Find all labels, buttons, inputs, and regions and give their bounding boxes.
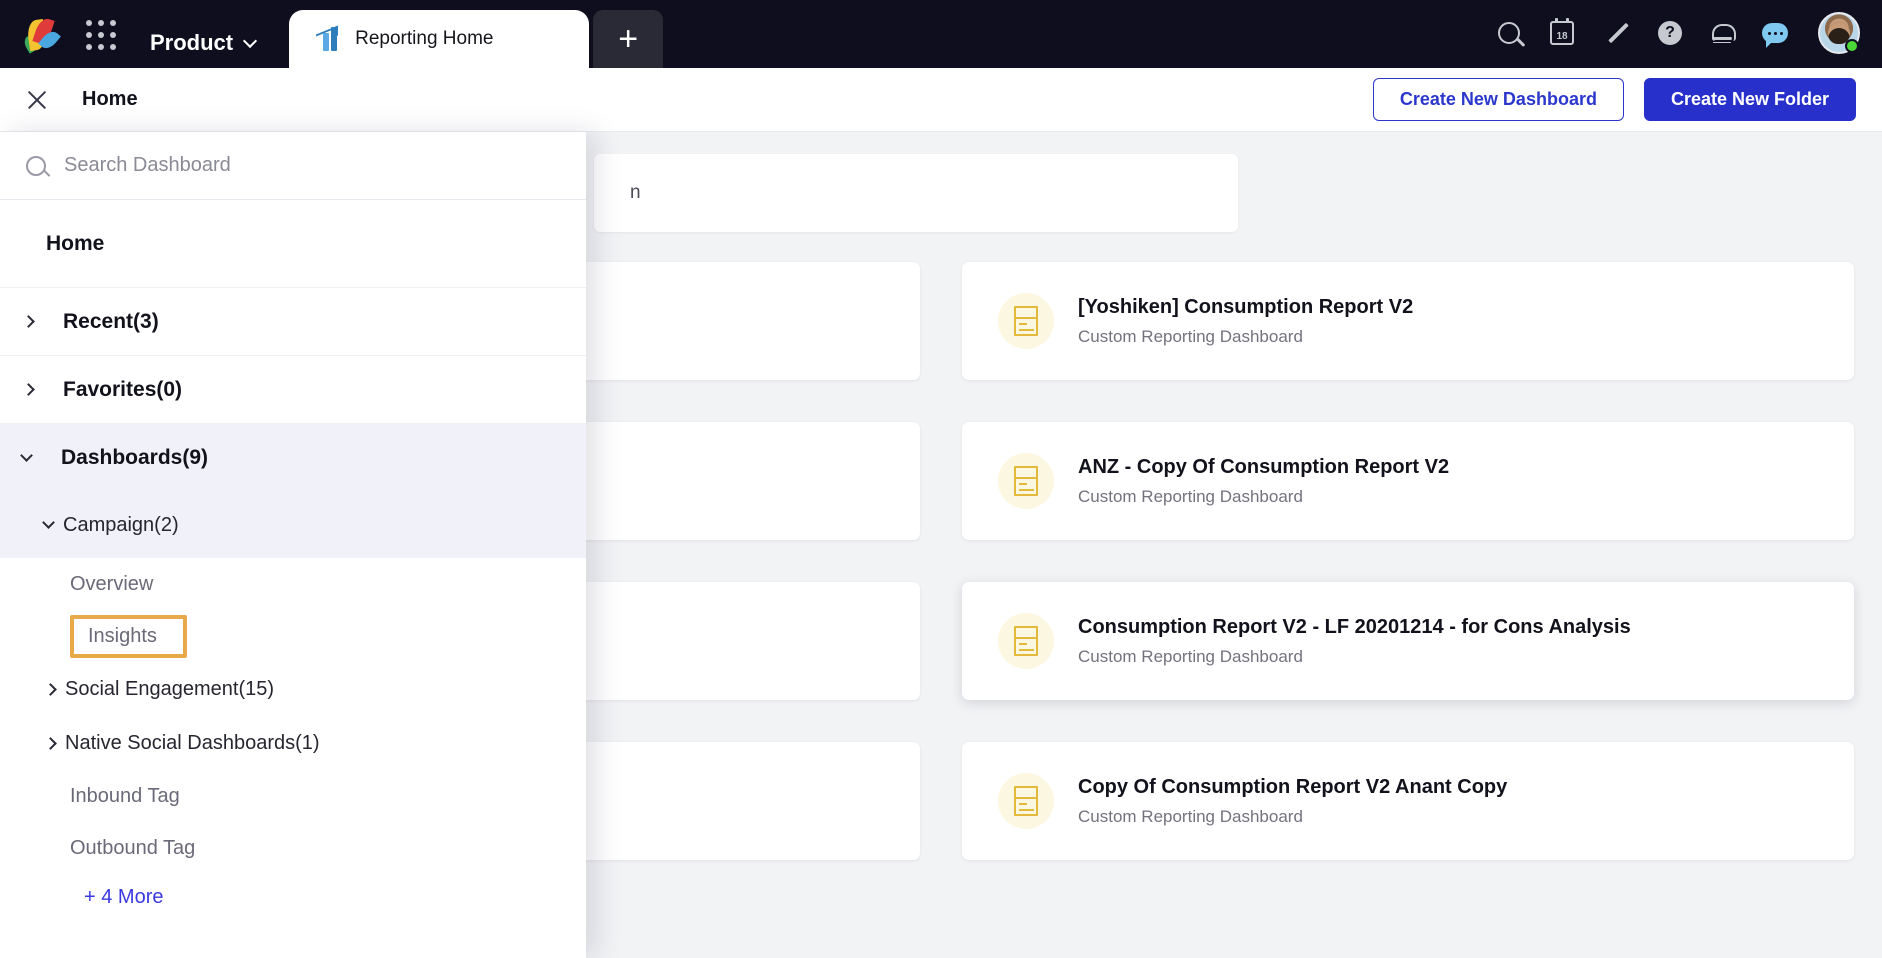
- nav-icon-group: 18 ?: [1498, 12, 1860, 54]
- header-actions: Create New Dashboard Create New Folder: [1372, 78, 1856, 121]
- dashboard-subtitle: Custom Reporting Dashboard: [1078, 806, 1303, 826]
- product-menu[interactable]: Product: [150, 30, 258, 56]
- app-grid-icon[interactable]: [86, 20, 116, 50]
- app-root: Product Reporting Home + 18 ? Home Creat…: [0, 0, 1882, 958]
- search-input[interactable]: [64, 154, 560, 177]
- close-icon[interactable]: [23, 87, 49, 113]
- sidebar-item-label: Social Engagement(15): [65, 677, 275, 700]
- plus-icon: +: [618, 20, 639, 58]
- dashboard-title: [Yoshiken] Consumption Report V2: [1078, 295, 1414, 318]
- sidebar-item-label: Insights: [88, 624, 157, 647]
- bar-chart-icon: [315, 25, 341, 51]
- product-menu-label: Product: [150, 30, 234, 55]
- dashboard-icon: [998, 613, 1054, 669]
- dashboard-subtitle: Custom Reporting Dashboard: [1078, 646, 1303, 666]
- sidebar-item-home[interactable]: Home: [0, 200, 586, 288]
- dashboard-navigator-panel: Home Recent(3) Favorites(0) Dashboards(9…: [0, 132, 586, 958]
- dashboard-subtitle: Custom Reporting Dashboard: [1078, 486, 1303, 506]
- dashboard-icon: [998, 773, 1054, 829]
- pencil-icon[interactable]: [1604, 21, 1628, 45]
- table-row[interactable]: Consumption Report V2 - LF 20201214 - fo…: [962, 582, 1854, 700]
- sub-header: Home Create New Dashboard Create New Fol…: [0, 68, 1882, 132]
- sidebar-item-label: Recent(3): [63, 309, 159, 333]
- sidebar-item-campaign[interactable]: Campaign(2): [0, 492, 586, 558]
- sidebar-item-label: Home: [46, 231, 105, 255]
- banner-card[interactable]: n: [594, 154, 1238, 232]
- sidebar-item-overview[interactable]: Overview: [0, 558, 586, 610]
- sidebar-item-label: Overview: [70, 572, 154, 595]
- sidebar-item-social-engagement[interactable]: Social Engagement(15): [0, 662, 586, 716]
- sidebar-item-dashboards[interactable]: Dashboards(9): [0, 424, 586, 492]
- show-more-label: + 4 More: [84, 885, 164, 908]
- sidebar-item-inbound-tag[interactable]: Inbound Tag: [0, 770, 586, 822]
- sprinklr-logo[interactable]: [20, 16, 61, 56]
- create-new-dashboard-button[interactable]: Create New Dashboard: [1372, 78, 1624, 121]
- chevron-down-icon: [243, 33, 258, 48]
- create-new-folder-button[interactable]: Create New Folder: [1643, 78, 1856, 121]
- chat-icon[interactable]: [1762, 23, 1788, 48]
- new-tab-button[interactable]: +: [593, 10, 664, 68]
- calendar-icon[interactable]: 18: [1550, 18, 1574, 45]
- top-navigation-bar: Product Reporting Home + 18 ?: [0, 0, 1882, 68]
- sidebar-item-label: Outbound Tag: [70, 836, 196, 859]
- dashboard-subtitle: Custom Reporting Dashboard: [1078, 326, 1303, 346]
- sidebar-item-label: Native Social Dashboards(1): [65, 731, 320, 754]
- table-row[interactable]: ANZ - Copy Of Consumption Report V2 Cust…: [962, 422, 1854, 540]
- dashboard-title: Consumption Report V2 - LF 20201214 - fo…: [1078, 615, 1631, 638]
- table-row[interactable]: Copy Of Consumption Report V2 Anant Copy…: [962, 742, 1854, 860]
- dashboard-icon: [998, 293, 1054, 349]
- table-row[interactable]: [Yoshiken] Consumption Report V2 Custom …: [962, 262, 1854, 380]
- dashboard-title: Copy Of Consumption Report V2 Anant Copy: [1078, 775, 1508, 798]
- dashboard-icon: [998, 453, 1054, 509]
- sidebar-item-insights[interactable]: Insights: [0, 610, 586, 662]
- avatar[interactable]: [1818, 12, 1860, 54]
- sidebar-item-label: Dashboards(9): [61, 446, 209, 469]
- bell-icon[interactable]: [1712, 22, 1736, 44]
- sidebar-show-more[interactable]: + 4 More: [0, 874, 586, 920]
- search-icon: [26, 155, 46, 176]
- sidebar-item-label: Campaign(2): [63, 513, 179, 536]
- sidebar-item-native-social-dashboards[interactable]: Native Social Dashboards(1): [0, 716, 586, 770]
- tab-reporting-home[interactable]: Reporting Home: [289, 10, 590, 68]
- sidebar-item-label: Favorites(0): [63, 377, 183, 401]
- dashboard-title: ANZ - Copy Of Consumption Report V2: [1078, 455, 1450, 478]
- sidebar-item-outbound-tag[interactable]: Outbound Tag: [0, 822, 586, 874]
- presence-indicator: [1845, 39, 1859, 53]
- sidebar-item-label: Inbound Tag: [70, 784, 180, 807]
- banner-text: n: [630, 182, 641, 203]
- breadcrumb: Home: [82, 88, 138, 110]
- search-dashboard-row: [0, 132, 586, 200]
- help-icon[interactable]: ?: [1658, 21, 1682, 45]
- dashboard-tree: Home Recent(3) Favorites(0) Dashboards(9…: [0, 200, 586, 930]
- search-icon[interactable]: [1498, 22, 1520, 44]
- focus-highlight-box: Insights: [70, 614, 187, 658]
- sidebar-item-favorites[interactable]: Favorites(0): [0, 356, 586, 424]
- sidebar-item-recent[interactable]: Recent(3): [0, 288, 586, 356]
- tab-label: Reporting Home: [355, 28, 494, 49]
